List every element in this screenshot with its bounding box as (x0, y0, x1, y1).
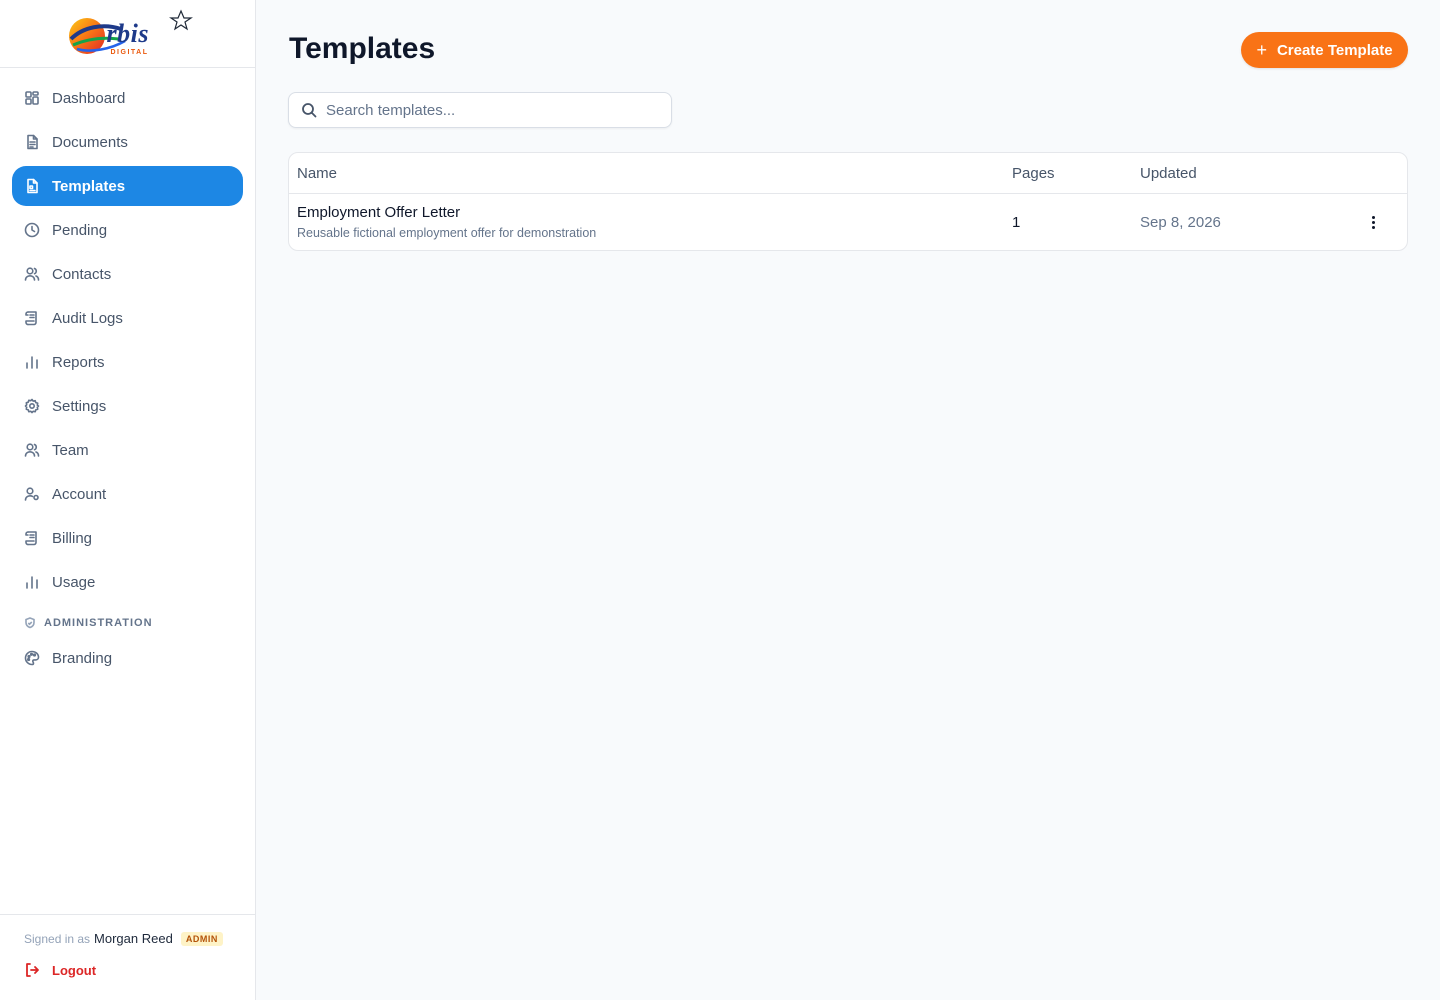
sidebar-item-label: Contacts (52, 265, 112, 283)
sidebar-item-label: Documents (52, 133, 128, 151)
palette-icon (24, 650, 40, 666)
template-description: Reusable fictional employment offer for … (297, 226, 597, 240)
sidebar-item-templates[interactable]: Templates (12, 166, 243, 206)
shield-icon (25, 617, 35, 629)
sidebar-item-account[interactable]: Account (12, 474, 243, 514)
bar-chart-icon (24, 574, 40, 590)
signed-in-info: Signed in as Morgan Reed ADMIN (24, 931, 231, 946)
sidebar-item-label: Team (52, 441, 89, 459)
sidebar-item-label: Templates (52, 177, 126, 195)
page-title: Templates (289, 32, 436, 65)
sidebar-item-label: Pending (52, 221, 108, 239)
logout-button[interactable]: Logout (24, 962, 231, 978)
sidebar-item-label: Usage (52, 573, 96, 591)
signed-in-prefix: Signed in as (24, 931, 91, 946)
section-label-text: ADMINISTRATION (44, 617, 153, 629)
templates-table: Name Pages Updated Employment Offer Lett… (288, 152, 1408, 251)
search-icon (302, 103, 317, 118)
sidebar-item-contacts[interactable]: Contacts (12, 254, 243, 294)
sidebar-item-label: Dashboard (52, 89, 126, 107)
more-options-icon[interactable] (1362, 210, 1386, 234)
plus-icon: + (1256, 40, 1267, 60)
sidebar-item-label: Audit Logs (52, 309, 123, 327)
logout-icon (26, 963, 39, 977)
main-content: Templates + Create Template Name Pages U… (256, 0, 1440, 1000)
create-template-button[interactable]: + Create Template (1241, 32, 1408, 68)
user-name: Morgan Reed (94, 931, 173, 946)
sidebar-item-dashboard[interactable]: Dashboard (12, 78, 243, 118)
table-header: Name Pages Updated (289, 153, 1407, 194)
dashboard-icon (24, 90, 40, 106)
sidebar-item-audit-logs[interactable]: Audit Logs (12, 298, 243, 338)
sidebar-item-documents[interactable]: Documents (12, 122, 243, 162)
column-header-name[interactable]: Name (289, 165, 1012, 182)
scroll-icon (24, 530, 40, 546)
users-icon (24, 266, 40, 282)
sidebar-nav: Dashboard Documents Templates Pending Co… (0, 68, 255, 678)
sidebar-item-reports[interactable]: Reports (12, 342, 243, 382)
sidebar-item-usage[interactable]: Usage (12, 562, 243, 602)
user-cog-icon (24, 486, 40, 502)
row-actions-cell (1340, 210, 1407, 234)
bar-chart-icon (24, 354, 40, 370)
template-icon (24, 178, 40, 194)
column-header-updated[interactable]: Updated (1140, 165, 1340, 182)
table-row[interactable]: Employment Offer Letter Reusable fiction… (289, 194, 1407, 250)
template-name[interactable]: Employment Offer Letter (297, 204, 1012, 221)
template-updated: Sep 8, 2026 (1140, 213, 1221, 231)
sidebar: rbis DIGITAL Dashboard Documents Templat… (0, 0, 256, 1000)
brand-wordmark: rbis (106, 18, 149, 48)
section-label-administration: ADMINISTRATION (12, 608, 243, 638)
gear-icon (24, 398, 40, 414)
clock-icon (24, 222, 40, 238)
users-icon (24, 442, 40, 458)
sidebar-item-label: Branding (52, 649, 113, 667)
sidebar-footer: Signed in as Morgan Reed ADMIN Logout (0, 914, 255, 1000)
create-template-label: Create Template (1276, 41, 1393, 59)
sidebar-item-branding[interactable]: Branding (12, 638, 243, 678)
sidebar-item-billing[interactable]: Billing (12, 518, 243, 558)
logout-label: Logout (52, 962, 97, 978)
document-icon (24, 134, 40, 150)
sidebar-item-label: Settings (52, 397, 107, 415)
sidebar-item-team[interactable]: Team (12, 430, 243, 470)
sidebar-item-label: Reports (52, 353, 105, 371)
role-badge: ADMIN (180, 931, 223, 946)
sidebar-item-pending[interactable]: Pending (12, 210, 243, 250)
scroll-icon (24, 310, 40, 326)
brand-subtitle: DIGITAL (110, 48, 149, 56)
template-name-cell: Employment Offer Letter Reusable fiction… (289, 204, 1012, 240)
sidebar-item-label: Billing (52, 529, 93, 547)
sidebar-item-label: Account (52, 485, 107, 503)
sidebar-item-settings[interactable]: Settings (12, 386, 243, 426)
logo-area: rbis DIGITAL (0, 0, 255, 68)
search-input[interactable] (326, 101, 656, 119)
brand-logo[interactable]: rbis DIGITAL (63, 8, 193, 59)
column-header-pages[interactable]: Pages (1012, 165, 1140, 182)
template-pages: 1 (1012, 213, 1021, 231)
search-box (288, 92, 672, 128)
